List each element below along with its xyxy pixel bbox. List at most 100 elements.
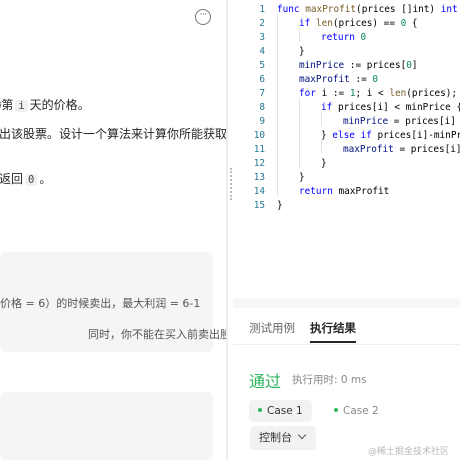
description-line-2: 出该股票。设计一个算法来计算你所能获取 bbox=[0, 127, 228, 141]
line-number: 5 bbox=[259, 60, 265, 71]
result-panel: 测试用例 执行结果 通过 执行用时: 0 ms Case 1 Case 2 控制… bbox=[233, 308, 460, 460]
code-token: maxProfit bbox=[299, 74, 350, 85]
active-tab-indicator bbox=[310, 341, 356, 343]
description-line-1: ǿ第i天的价格。 bbox=[0, 96, 90, 113]
description-text: 。 bbox=[39, 172, 52, 186]
line-number: 14 bbox=[253, 186, 265, 197]
line-number: 7 bbox=[259, 88, 265, 99]
line-number: 15 bbox=[253, 200, 265, 211]
code-text: func maxProfit(prices []int) int { bbox=[277, 3, 460, 17]
line-number: 13 bbox=[253, 172, 265, 183]
code-text: } bbox=[277, 199, 283, 213]
runtime-label: 执行用时: 0 ms bbox=[292, 374, 367, 386]
console-button[interactable]: 控制台 bbox=[250, 426, 316, 450]
code-token: } bbox=[321, 158, 327, 169]
code-token: := prices[ bbox=[344, 60, 407, 71]
case-2-button[interactable]: Case 2 bbox=[325, 400, 388, 422]
code-line[interactable]: 9 minPrice = prices[i] bbox=[233, 115, 460, 129]
code-line[interactable]: 7 for i := 1; i < len(prices); i bbox=[233, 87, 460, 101]
chevron-down-icon bbox=[297, 430, 307, 440]
line-number: 10 bbox=[253, 130, 265, 141]
code-token: } bbox=[299, 46, 305, 57]
code-line[interactable]: 14 return maxProfit bbox=[233, 185, 460, 199]
line-number: 4 bbox=[259, 46, 265, 57]
code-token: maxProfit bbox=[343, 144, 394, 155]
problem-description-panel: ··· ǿ第i天的价格。 出该股票。设计一个算法来计算你所能获取 返回0。 价格… bbox=[0, 0, 228, 460]
code-token: = prices[i] bbox=[388, 116, 456, 127]
passed-dot-icon bbox=[258, 408, 262, 412]
code-editor[interactable]: 1func maxProfit(prices []int) int {2 if l… bbox=[233, 0, 460, 235]
code-text: minPrice := prices[0] bbox=[299, 59, 418, 73]
code-token: ; i < bbox=[355, 88, 390, 99]
code-token: else if bbox=[332, 130, 378, 141]
code-token: return bbox=[321, 32, 361, 43]
tab-testcases[interactable]: 测试用例 bbox=[249, 320, 295, 336]
line-number: 2 bbox=[259, 18, 265, 29]
code-token: minPrice bbox=[343, 116, 389, 127]
code-token: { bbox=[406, 18, 418, 29]
code-line[interactable]: 12} bbox=[233, 157, 460, 171]
line-number: 3 bbox=[259, 32, 265, 43]
line-number: 11 bbox=[253, 144, 265, 155]
code-line[interactable]: 8 if prices[i] < minPrice { bbox=[233, 101, 460, 115]
code-token: 0 bbox=[372, 74, 379, 85]
case-1-button[interactable]: Case 1 bbox=[249, 400, 312, 422]
more-options-icon[interactable]: ··· bbox=[195, 9, 211, 25]
code-text: return maxProfit bbox=[299, 185, 389, 199]
inline-code-0: 0 bbox=[25, 174, 38, 186]
code-token: return bbox=[299, 186, 339, 197]
watermark: @稀土掘金技术社区 bbox=[368, 447, 450, 457]
code-token: int bbox=[440, 4, 458, 15]
code-text: minPrice = prices[i] bbox=[343, 115, 456, 129]
code-token: if bbox=[299, 18, 316, 29]
code-token: := bbox=[349, 74, 373, 85]
code-text: if len(prices) == 0 { bbox=[299, 17, 418, 31]
line-number: 6 bbox=[259, 74, 265, 85]
line-number: 8 bbox=[259, 102, 265, 113]
description-text: 天的价格。 bbox=[29, 98, 90, 112]
code-token: i := bbox=[321, 88, 350, 99]
code-text: } else if prices[i]-minPri bbox=[321, 129, 460, 143]
code-text: maxProfit = prices[i] bbox=[343, 143, 460, 157]
passed-dot-icon bbox=[334, 408, 338, 412]
code-text: for i := 1; i < len(prices); i bbox=[299, 87, 460, 101]
code-text: if prices[i] < minPrice { bbox=[321, 101, 460, 115]
code-line[interactable]: 3 return 0 bbox=[233, 31, 460, 45]
panel-divider[interactable] bbox=[226, 0, 228, 460]
example-line-1: 价格 = 6）的时候卖出，最大利润 = 6-1 bbox=[0, 297, 201, 310]
code-line[interactable]: 2 if len(prices) == 0 { bbox=[233, 17, 460, 31]
code-token: } bbox=[277, 200, 283, 211]
line-number: 12 bbox=[253, 158, 265, 169]
drag-handle[interactable] bbox=[230, 168, 232, 200]
example-block: 价格 = 6）的时候卖出，最大利润 = 6-1 同时，你不能在买入前卖出股票。 bbox=[0, 252, 228, 352]
code-token: if bbox=[321, 102, 338, 113]
code-token: ] bbox=[411, 60, 418, 71]
code-line[interactable]: 11 maxProfit = prices[i] bbox=[233, 143, 460, 157]
code-text: } bbox=[299, 45, 305, 59]
console-label: 控制台 bbox=[259, 431, 292, 444]
panel-resizer[interactable] bbox=[233, 298, 460, 308]
code-text: } bbox=[299, 171, 305, 185]
code-line[interactable]: 5 minPrice := prices[0] bbox=[233, 59, 460, 73]
status-passed: 通过 bbox=[249, 372, 282, 391]
code-text: return 0 bbox=[321, 31, 366, 45]
code-token: minPrice bbox=[299, 60, 345, 71]
code-token: maxProfit bbox=[338, 186, 390, 197]
code-token: prices[i] < minPrice { bbox=[337, 102, 460, 113]
example-text: 同时，你不能在买入前卖出股票。 bbox=[88, 328, 228, 341]
code-token: = prices[i] bbox=[393, 144, 460, 155]
code-line[interactable]: 1 func maxProfit(prices []int) int { bbox=[233, 3, 460, 17]
tab-result[interactable]: 执行结果 bbox=[310, 320, 356, 336]
code-line[interactable]: 4} bbox=[233, 45, 460, 59]
code-line[interactable]: 13} bbox=[233, 171, 460, 185]
code-token: } bbox=[299, 172, 305, 183]
code-line[interactable]: 6 maxProfit := 0 bbox=[233, 73, 460, 87]
code-token: 0 bbox=[360, 32, 367, 43]
code-line[interactable]: 10 } else if prices[i]-minPri bbox=[233, 129, 460, 143]
code-line[interactable]: 15} bbox=[233, 199, 460, 213]
code-token: len bbox=[315, 18, 333, 29]
tabs-divider bbox=[233, 344, 460, 345]
code-token: func bbox=[277, 4, 306, 15]
description-text: 返回 bbox=[0, 172, 24, 186]
code-token: (prices) == bbox=[332, 18, 401, 29]
